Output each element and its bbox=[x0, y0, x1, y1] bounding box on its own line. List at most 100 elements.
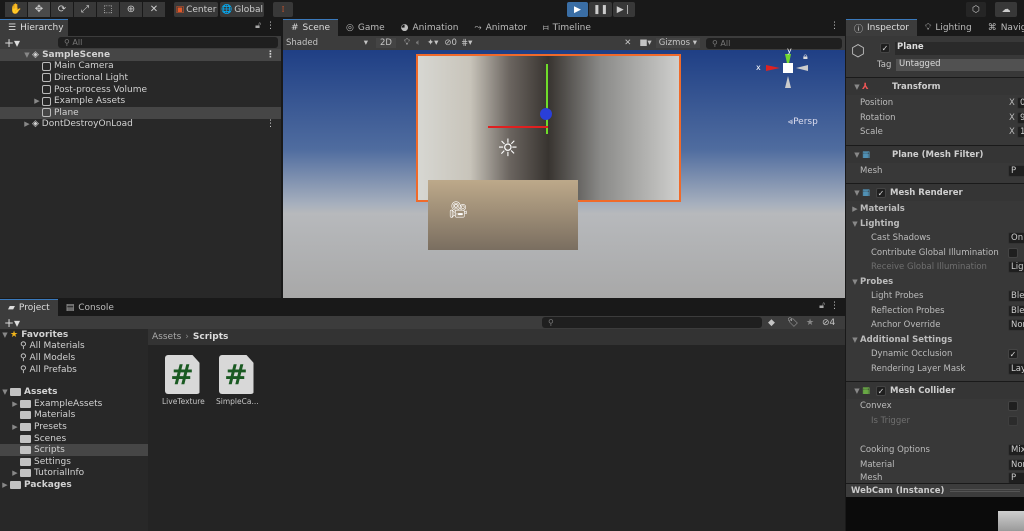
tab-timeline[interactable]: ⧦ Timeline bbox=[535, 19, 599, 36]
services-button[interactable]: ⬡ bbox=[966, 2, 986, 17]
favorites-row[interactable]: ▼ ★ Favorites bbox=[0, 329, 148, 341]
active-checkbox[interactable]: ✓ bbox=[880, 43, 890, 53]
tab-inspector[interactable]: ⓘ Inspector bbox=[846, 19, 917, 36]
mesh-filter-header[interactable]: ▼ ▦ Plane (Mesh Filter) bbox=[846, 145, 1024, 163]
hidden-packages-icon[interactable]: ⊘4 bbox=[822, 318, 835, 328]
folder-row-selected[interactable]: Scripts bbox=[0, 444, 148, 456]
cooking-options-dropdown[interactable]: Mix bbox=[1008, 444, 1024, 456]
collider-mesh-field[interactable]: P bbox=[1008, 472, 1024, 483]
lock-icon[interactable]: 🔓︎ bbox=[255, 21, 261, 31]
assets-folder-row[interactable]: ▼ Assets bbox=[0, 387, 148, 399]
scale-tool-button[interactable]: ⤢ bbox=[74, 2, 96, 17]
filter-by-type-icon[interactable]: ◆ bbox=[768, 318, 775, 328]
hierarchy-scene-row[interactable]: ▼ ◈ SampleScene ⋮ bbox=[0, 49, 281, 61]
lighting-foldout[interactable]: ▼ Lighting bbox=[846, 217, 1024, 231]
lock-icon[interactable]: 🔒︎ bbox=[803, 52, 808, 62]
folder-row[interactable]: Settings bbox=[0, 456, 148, 468]
x-axis-handle[interactable] bbox=[488, 126, 548, 128]
tab-navigation[interactable]: ⌘Naviga bbox=[980, 19, 1024, 36]
more-menu-icon[interactable]: ⋮ bbox=[830, 21, 839, 31]
custom-tool-button[interactable]: ✕ bbox=[143, 2, 165, 17]
light-probes-dropdown[interactable]: Ble bbox=[1008, 290, 1024, 302]
tab-console[interactable]: ▤ Console bbox=[58, 299, 122, 316]
2d-toggle[interactable]: 2D bbox=[376, 38, 396, 48]
add-button[interactable]: +▾ bbox=[4, 36, 20, 50]
tab-lighting[interactable]: 💡︎ Lighting bbox=[917, 19, 980, 36]
tab-project[interactable]: ▰ Project bbox=[0, 299, 58, 316]
hierarchy-item[interactable]: Post-process Volume bbox=[0, 84, 281, 96]
hierarchy-item[interactable]: ▶ Example Assets bbox=[0, 95, 281, 107]
hierarchy-search-input[interactable]: ⚲ All bbox=[58, 37, 278, 48]
hand-tool-button[interactable]: ✋ bbox=[5, 2, 27, 17]
anchor-override-field[interactable]: Nor bbox=[1008, 319, 1024, 331]
script-asset[interactable]: # SimpleCa... bbox=[216, 355, 259, 406]
lock-icon[interactable]: 🔓︎ bbox=[819, 301, 825, 311]
create-button[interactable]: +▾ bbox=[4, 316, 20, 330]
transform-header[interactable]: ▼ ⅄ Transform bbox=[846, 77, 1024, 95]
play-button[interactable]: ▶ bbox=[567, 2, 588, 17]
favorite-item[interactable]: ⚲ All Prefabs bbox=[0, 364, 148, 376]
mesh-field[interactable]: P bbox=[1008, 165, 1024, 177]
folder-row[interactable]: ▶ Presets bbox=[0, 421, 148, 433]
position-x-field[interactable]: 0 bbox=[1017, 97, 1024, 109]
filter-by-label-icon[interactable]: 🏷︎ bbox=[787, 318, 798, 328]
camera-dropdown-icon[interactable]: ■▾ bbox=[639, 38, 651, 48]
preview-header[interactable]: WebCam (Instance) bbox=[846, 483, 1024, 497]
material-field[interactable]: Nor bbox=[1008, 458, 1024, 471]
rendering-layer-dropdown[interactable]: Lay bbox=[1008, 362, 1024, 375]
step-button[interactable]: ▶❘ bbox=[613, 2, 635, 17]
additional-settings-foldout[interactable]: ▼ Additional Settings bbox=[846, 333, 1024, 347]
pause-button[interactable]: ❚❚ bbox=[589, 2, 612, 17]
scene-menu-icon[interactable]: ⋮ bbox=[266, 50, 275, 60]
move-tool-button[interactable]: ✥ bbox=[28, 2, 50, 17]
scene-search-input[interactable]: ⚲ All bbox=[706, 37, 842, 49]
audio-toggle-icon[interactable]: 🔈︎ bbox=[416, 38, 421, 48]
tab-animator[interactable]: ⤳ Animator bbox=[466, 19, 535, 36]
probes-foldout[interactable]: ▼ Probes bbox=[846, 275, 1024, 289]
scene-menu-icon[interactable]: ⋮ bbox=[266, 119, 275, 129]
snap-button[interactable]: ⁞ bbox=[273, 2, 293, 17]
y-axis-handle[interactable] bbox=[546, 64, 548, 134]
more-menu-icon[interactable]: ⋮ bbox=[830, 301, 839, 311]
mesh-collider-checkbox[interactable]: ✓ bbox=[876, 385, 886, 396]
more-menu-icon[interactable]: ⋮ bbox=[266, 21, 275, 31]
project-search-input[interactable]: ⚲ bbox=[542, 317, 762, 328]
shading-dropdown[interactable]: Shaded ▾ bbox=[286, 38, 368, 48]
favorite-item[interactable]: ⚲ All Materials bbox=[0, 341, 148, 353]
hierarchy-item-selected[interactable]: Plane bbox=[0, 107, 281, 119]
rotation-x-field[interactable]: 9 bbox=[1017, 111, 1024, 124]
hidden-objects-icon[interactable]: ⊘0 bbox=[444, 38, 457, 48]
tab-game[interactable]: ◎ Game bbox=[338, 19, 393, 36]
cast-shadows-dropdown[interactable]: On bbox=[1008, 232, 1024, 244]
lighting-toggle-icon[interactable]: 💡︎ bbox=[404, 38, 410, 48]
scale-x-field[interactable]: 1. bbox=[1017, 126, 1024, 138]
hierarchy-item[interactable]: Directional Light bbox=[0, 72, 281, 84]
transform-tool-button[interactable]: ⊕ bbox=[120, 2, 142, 17]
z-axis-handle[interactable] bbox=[540, 108, 552, 120]
breadcrumb-assets[interactable]: Assets bbox=[152, 332, 181, 342]
pivot-center-button[interactable]: ▣ Center bbox=[174, 2, 218, 17]
tab-hierarchy[interactable]: ☰ Hierarchy bbox=[0, 19, 68, 36]
script-asset[interactable]: # LiveTexture bbox=[162, 355, 205, 406]
rotate-tool-button[interactable]: ⟳ bbox=[51, 2, 73, 17]
effects-dropdown-icon[interactable]: ✦▾ bbox=[427, 38, 438, 48]
favorite-star-icon[interactable]: ★ bbox=[806, 318, 814, 328]
orientation-gizmo[interactable]: y x bbox=[756, 46, 808, 88]
reflection-probes-dropdown[interactable]: Ble bbox=[1008, 304, 1024, 317]
cloud-button[interactable]: ☁ bbox=[995, 2, 1017, 17]
scene-viewport[interactable]: ☼ 🎥︎ 🔒︎ y x ⪡Persp bbox=[283, 46, 845, 298]
tools-icon[interactable]: ✕ bbox=[624, 38, 631, 48]
breadcrumb-scripts[interactable]: Scripts bbox=[193, 332, 228, 342]
hierarchy-scene-row[interactable]: ▶ ◈ DontDestroyOnLoad ⋮ bbox=[0, 119, 281, 131]
convex-checkbox[interactable] bbox=[1008, 401, 1018, 411]
gizmos-dropdown[interactable]: Gizmos ▾ bbox=[655, 38, 700, 48]
favorite-item[interactable]: ⚲ All Models bbox=[0, 352, 148, 364]
tab-scene[interactable]: # Scene bbox=[283, 19, 338, 36]
mesh-collider-header[interactable]: ▼ ▦ ✓ Mesh Collider bbox=[846, 381, 1024, 399]
global-space-button[interactable]: 🌐 Global bbox=[220, 2, 264, 17]
folder-row[interactable]: Materials bbox=[0, 410, 148, 422]
packages-folder-row[interactable]: ▶ Packages bbox=[0, 479, 148, 491]
contribute-gi-checkbox[interactable] bbox=[1008, 247, 1018, 258]
mesh-renderer-header[interactable]: ▼ ▦ ✓ Mesh Renderer bbox=[846, 183, 1024, 201]
folder-row[interactable]: ▶ ExampleAssets bbox=[0, 398, 148, 410]
